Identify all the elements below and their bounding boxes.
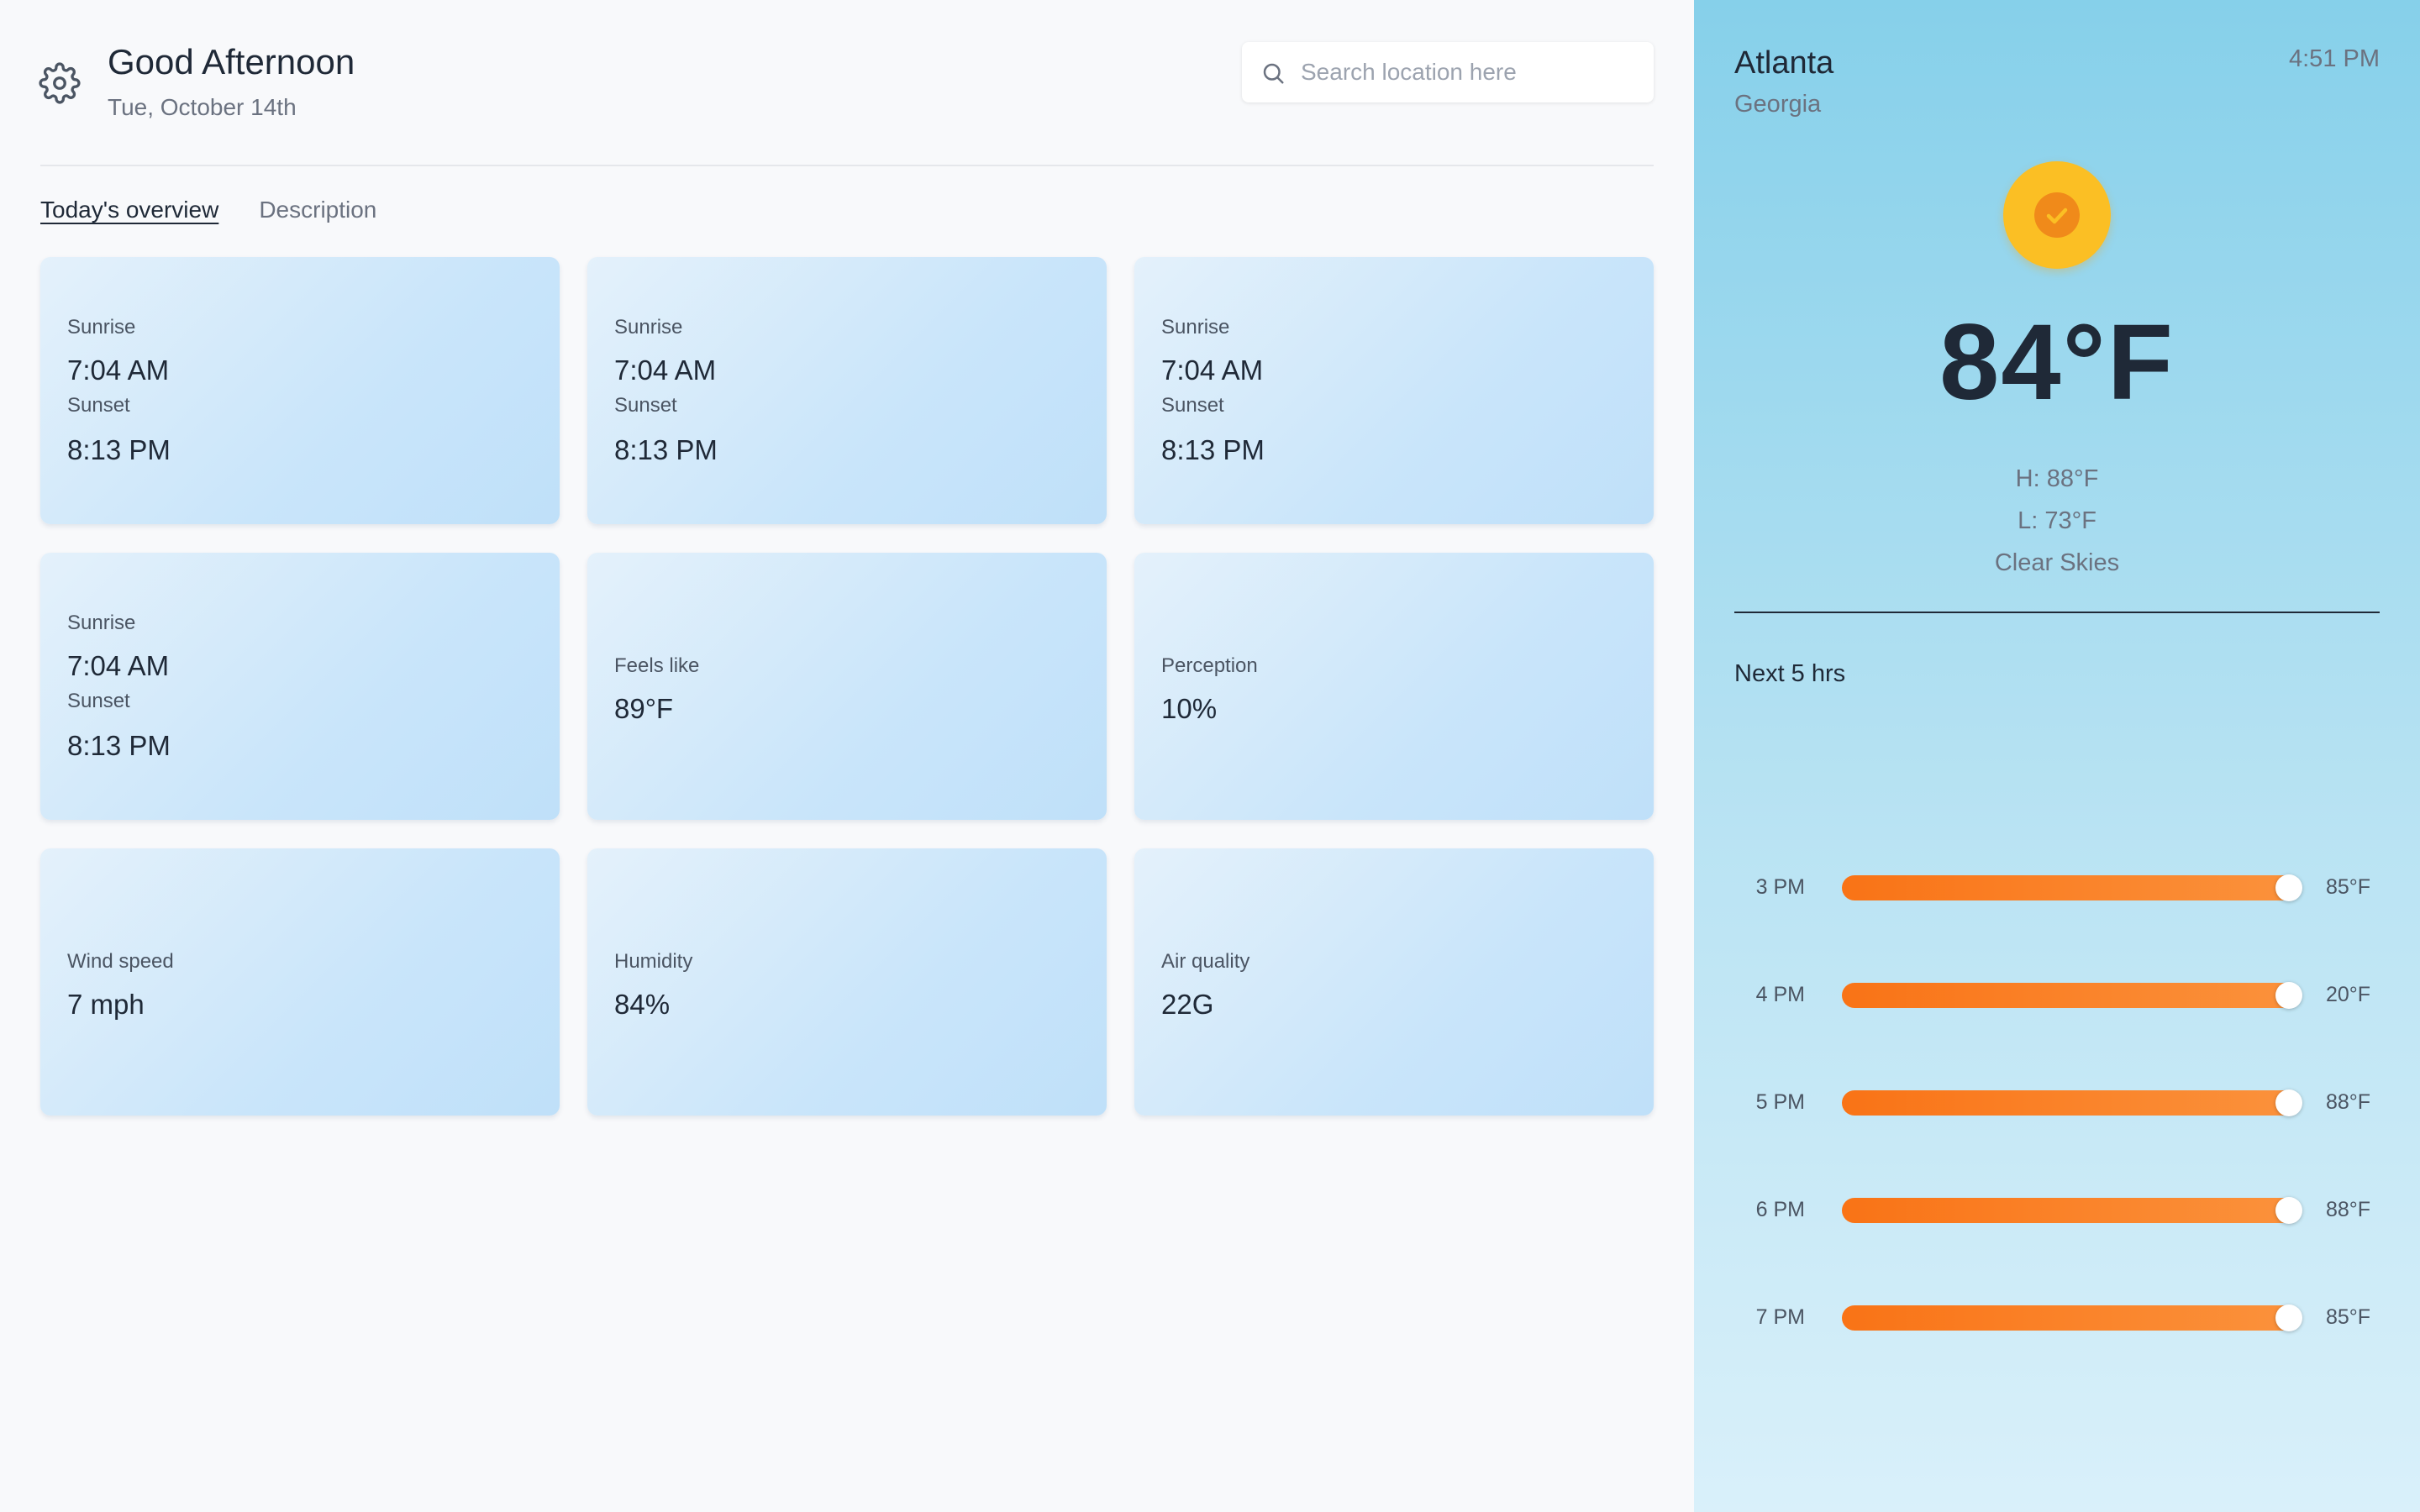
- slider-handle[interactable]: [2275, 982, 2302, 1009]
- hour-temperature: 85°F: [2326, 875, 2371, 899]
- slider-handle[interactable]: [2275, 1089, 2302, 1116]
- temperature-slider[interactable]: [1842, 1305, 2302, 1331]
- main-panel: Good Afternoon Tue, October 14th Today's…: [0, 0, 1694, 1512]
- hourly-forecast-row: 7 PM 85°F: [1734, 1299, 2380, 1332]
- air-quality-value: 22G: [1161, 988, 1214, 1020]
- weather-condition: Clear Skies: [1994, 549, 2120, 576]
- temperature-slider[interactable]: [1842, 1197, 2302, 1224]
- hourly-forecast-row: 3 PM 85°F: [1734, 869, 2380, 902]
- sun-card: Sunrise 7:04 AM Sunset 8:13 PM: [40, 553, 560, 820]
- local-time: 4:51 PM: [2289, 45, 2380, 72]
- feels-like-value: 89°F: [614, 692, 674, 724]
- sunset-label: Sunset: [614, 394, 677, 417]
- sun-check-icon: [2003, 161, 2111, 269]
- sunset-value: 8:13 PM: [614, 434, 718, 465]
- humidity-value: 84%: [614, 988, 671, 1020]
- sunset-value: 8:13 PM: [1161, 434, 1265, 465]
- high-temperature: H: 88°F: [2015, 465, 2099, 492]
- current-temperature: 84°F: [1939, 302, 2175, 423]
- search-icon: [1263, 63, 1284, 84]
- forecast-title: Next 5 hrs: [1734, 660, 1846, 687]
- hour-temperature: 88°F: [2326, 1198, 2371, 1221]
- sunrise-value: 7:04 AM: [614, 354, 717, 386]
- perception-value: 10%: [1161, 692, 1218, 724]
- wind-speed-value: 7 mph: [67, 988, 145, 1020]
- sun-card: Sunrise 7:04 AM Sunset 8:13 PM: [587, 257, 1107, 524]
- sunrise-value: 7:04 AM: [1161, 354, 1264, 386]
- perception-label: Perception: [1161, 654, 1258, 677]
- slider-handle[interactable]: [2275, 874, 2302, 901]
- slider-fill: [1842, 1090, 2297, 1116]
- sunset-value: 8:13 PM: [67, 730, 171, 761]
- tab-todays-overview[interactable]: Today's overview: [40, 197, 218, 223]
- greeting-title: Good Afternoon: [108, 42, 355, 81]
- search-input[interactable]: [1301, 42, 1637, 102]
- sunrise-label: Sunrise: [67, 316, 136, 339]
- current-date: Tue, October 14th: [108, 94, 297, 120]
- wind-speed-card: Wind speed 7 mph: [40, 848, 560, 1116]
- temperature-slider[interactable]: [1842, 982, 2302, 1009]
- slider-fill: [1842, 983, 2297, 1008]
- sunrise-value: 7:04 AM: [67, 650, 170, 681]
- wind-speed-label: Wind speed: [67, 949, 174, 973]
- hourly-forecast-row: 6 PM 88°F: [1734, 1191, 2380, 1225]
- hour-label: 4 PM: [1755, 983, 1805, 1006]
- feels-like-card: Feels like 89°F: [587, 553, 1107, 820]
- sun-card: Sunrise 7:04 AM Sunset 8:13 PM: [1134, 257, 1654, 524]
- slider-fill: [1842, 875, 2297, 900]
- header-divider: [40, 165, 1654, 166]
- tab-description[interactable]: Description: [259, 197, 376, 223]
- sidebar-divider: [1734, 612, 2380, 613]
- temperature-slider[interactable]: [1842, 1089, 2302, 1116]
- weather-sidebar: Atlanta Georgia 4:51 PM 84°F H: 88°F L: …: [1694, 0, 2420, 1512]
- slider-fill: [1842, 1198, 2297, 1223]
- sun-core: [2034, 192, 2080, 238]
- overview-grid: Sunrise 7:04 AM Sunset 8:13 PM Sunrise 7…: [40, 257, 1654, 1116]
- city-name: Atlanta: [1734, 45, 1834, 81]
- sunrise-label: Sunrise: [67, 612, 136, 634]
- tab-bar: Today's overview Description: [40, 197, 376, 223]
- hour-temperature: 88°F: [2326, 1090, 2371, 1114]
- check-icon: [2046, 207, 2068, 224]
- sunrise-value: 7:04 AM: [67, 354, 170, 386]
- low-temperature: L: 73°F: [2018, 507, 2096, 534]
- humidity-card: Humidity 84%: [587, 848, 1107, 1116]
- hour-label: 6 PM: [1755, 1198, 1805, 1221]
- hour-label: 3 PM: [1755, 875, 1805, 899]
- sunrise-label: Sunrise: [1161, 316, 1230, 339]
- hour-label: 7 PM: [1755, 1305, 1805, 1329]
- perception-card: Perception 10%: [1134, 553, 1654, 820]
- humidity-label: Humidity: [614, 949, 693, 973]
- hour-temperature: 85°F: [2326, 1305, 2371, 1329]
- sunset-label: Sunset: [67, 394, 130, 417]
- sun-card: Sunrise 7:04 AM Sunset 8:13 PM: [40, 257, 560, 524]
- slider-handle[interactable]: [2275, 1197, 2302, 1224]
- hourly-forecast-row: 5 PM 88°F: [1734, 1084, 2380, 1117]
- sunrise-label: Sunrise: [614, 316, 683, 339]
- weather-app: Good Afternoon Tue, October 14th Today's…: [0, 0, 2420, 1512]
- slider-fill: [1842, 1305, 2297, 1331]
- sunset-value: 8:13 PM: [67, 434, 171, 465]
- gear-icon[interactable]: [39, 62, 81, 104]
- slider-handle[interactable]: [2275, 1305, 2302, 1331]
- hour-label: 5 PM: [1755, 1090, 1805, 1114]
- region-name: Georgia: [1734, 91, 1822, 118]
- sunset-label: Sunset: [1161, 394, 1224, 417]
- feels-like-label: Feels like: [614, 654, 700, 677]
- air-quality-label: Air quality: [1161, 949, 1250, 973]
- search-box[interactable]: [1242, 42, 1654, 102]
- temperature-slider[interactable]: [1842, 874, 2302, 901]
- sunset-label: Sunset: [67, 690, 130, 712]
- air-quality-card: Air quality 22G: [1134, 848, 1654, 1116]
- hourly-forecast-row: 4 PM 20°F: [1734, 976, 2380, 1010]
- hour-temperature: 20°F: [2326, 983, 2371, 1006]
